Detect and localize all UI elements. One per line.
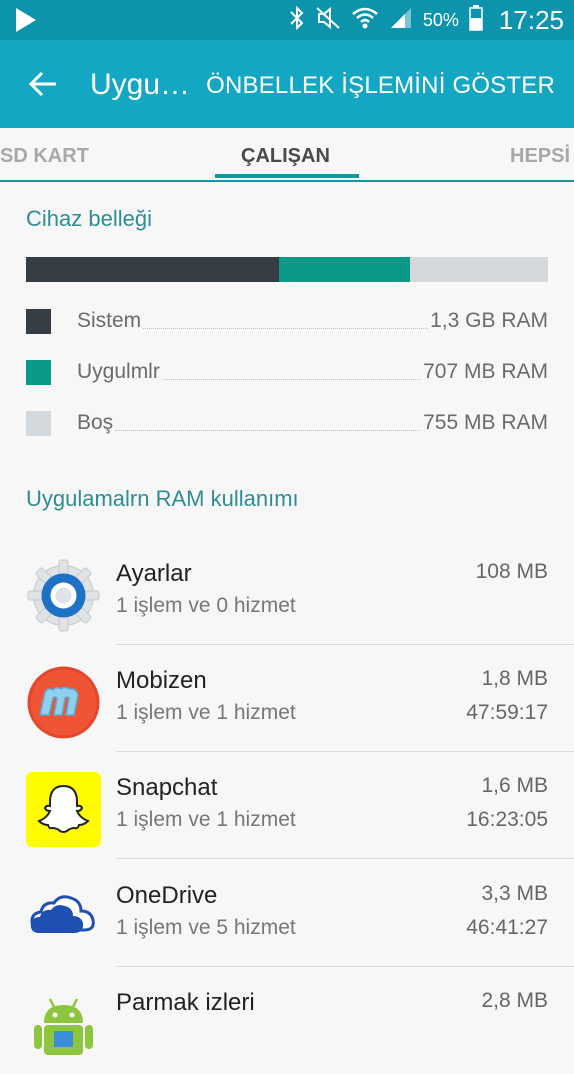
legend-swatch xyxy=(26,309,51,334)
battery-icon xyxy=(469,4,483,36)
legend-value: 707 MB RAM xyxy=(421,360,548,384)
app-detail: 1 işlem ve 0 hizmet xyxy=(116,594,296,617)
play-icon xyxy=(16,8,36,37)
settings-gear-icon xyxy=(26,558,101,633)
legend-value: 755 MB RAM xyxy=(421,411,548,435)
legend-label: Boş xyxy=(77,411,116,435)
page-title: Uygu… xyxy=(90,68,191,101)
tab-all[interactable]: HEPSİ xyxy=(510,145,570,168)
app-size: 3,3 MB xyxy=(481,882,548,905)
legend-row-free: Boş 755 MB RAM xyxy=(26,409,548,437)
app-name: Parmak izleri xyxy=(116,989,255,1016)
signal-icon xyxy=(389,6,413,35)
tab-bar: SD KART ÇALIŞAN HEPSİ xyxy=(0,128,574,182)
legend-row-apps: Uygulmlr 707 MB RAM xyxy=(26,358,548,386)
app-row-snapchat[interactable]: Snapchat 1 işlem ve 1 hizmet 1,6 MB 16:2… xyxy=(0,752,574,859)
battery-percent: 50% xyxy=(422,9,459,30)
app-row-ayarlar[interactable]: Ayarlar 1 işlem ve 0 hizmet 108 MB xyxy=(0,538,574,645)
legend-swatch xyxy=(26,360,51,385)
app-detail: 1 işlem ve 5 hizmet xyxy=(116,916,296,939)
app-bar: Uygu… ÖNBELLEK İŞLEMİNİ GÖSTER xyxy=(0,40,574,128)
status-bar: 50% 17:25 xyxy=(0,0,574,40)
legend-value: 1,3 GB RAM xyxy=(428,309,548,333)
wifi-icon xyxy=(351,5,379,36)
tab-indicator xyxy=(215,174,359,178)
app-detail: 1 işlem ve 1 hizmet xyxy=(116,808,296,831)
back-arrow-icon[interactable] xyxy=(24,66,64,102)
app-row-onedrive[interactable]: OneDrive 1 işlem ve 5 hizmet 3,3 MB 46:4… xyxy=(0,860,574,967)
legend-row-system: Sistem 1,3 GB RAM xyxy=(26,307,548,335)
app-name: Mobizen xyxy=(116,667,207,694)
clock: 17:25 xyxy=(498,4,564,35)
memory-bar-free xyxy=(409,257,548,282)
mobizen-icon xyxy=(26,665,101,740)
app-time: 47:59:17 xyxy=(466,701,548,724)
tab-running[interactable]: ÇALIŞAN xyxy=(241,145,330,168)
device-memory-title: Cihaz belleği xyxy=(26,206,152,231)
legend-label: Uygulmlr xyxy=(77,360,162,384)
legend-swatch xyxy=(26,411,51,436)
app-size: 1,6 MB xyxy=(481,774,548,797)
tab-sd-card[interactable]: SD KART xyxy=(0,145,89,168)
app-row-mobizen[interactable]: Mobizen 1 işlem ve 1 hizmet 1,8 MB 47:59… xyxy=(0,645,574,752)
app-name: Ayarlar xyxy=(116,560,192,587)
app-row-fingerprints[interactable]: Parmak izleri 2,8 MB xyxy=(0,967,574,1074)
app-detail: 1 işlem ve 1 hizmet xyxy=(116,701,296,724)
app-size: 1,8 MB xyxy=(481,667,548,690)
app-name: Snapchat xyxy=(116,774,218,801)
legend-label: Sistem xyxy=(77,309,144,333)
app-time: 16:23:05 xyxy=(466,808,548,831)
show-cache-button[interactable]: ÖNBELLEK İŞLEMİNİ GÖSTER xyxy=(206,72,555,100)
android-robot-icon xyxy=(26,987,101,1062)
app-size: 108 MB xyxy=(475,560,548,583)
app-time: 46:41:27 xyxy=(466,916,548,939)
apps-ram-title: Uygulamalrn RAM kullanımı xyxy=(26,486,299,511)
app-size: 2,8 MB xyxy=(481,989,548,1012)
app-name: OneDrive xyxy=(116,882,218,909)
memory-bar-system xyxy=(26,257,280,282)
onedrive-cloud-icon xyxy=(26,880,101,955)
memory-bar-apps xyxy=(279,257,410,282)
memory-bar xyxy=(26,257,548,282)
mute-icon xyxy=(315,6,341,35)
bluetooth-icon xyxy=(289,5,305,35)
snapchat-ghost-icon xyxy=(26,772,101,847)
